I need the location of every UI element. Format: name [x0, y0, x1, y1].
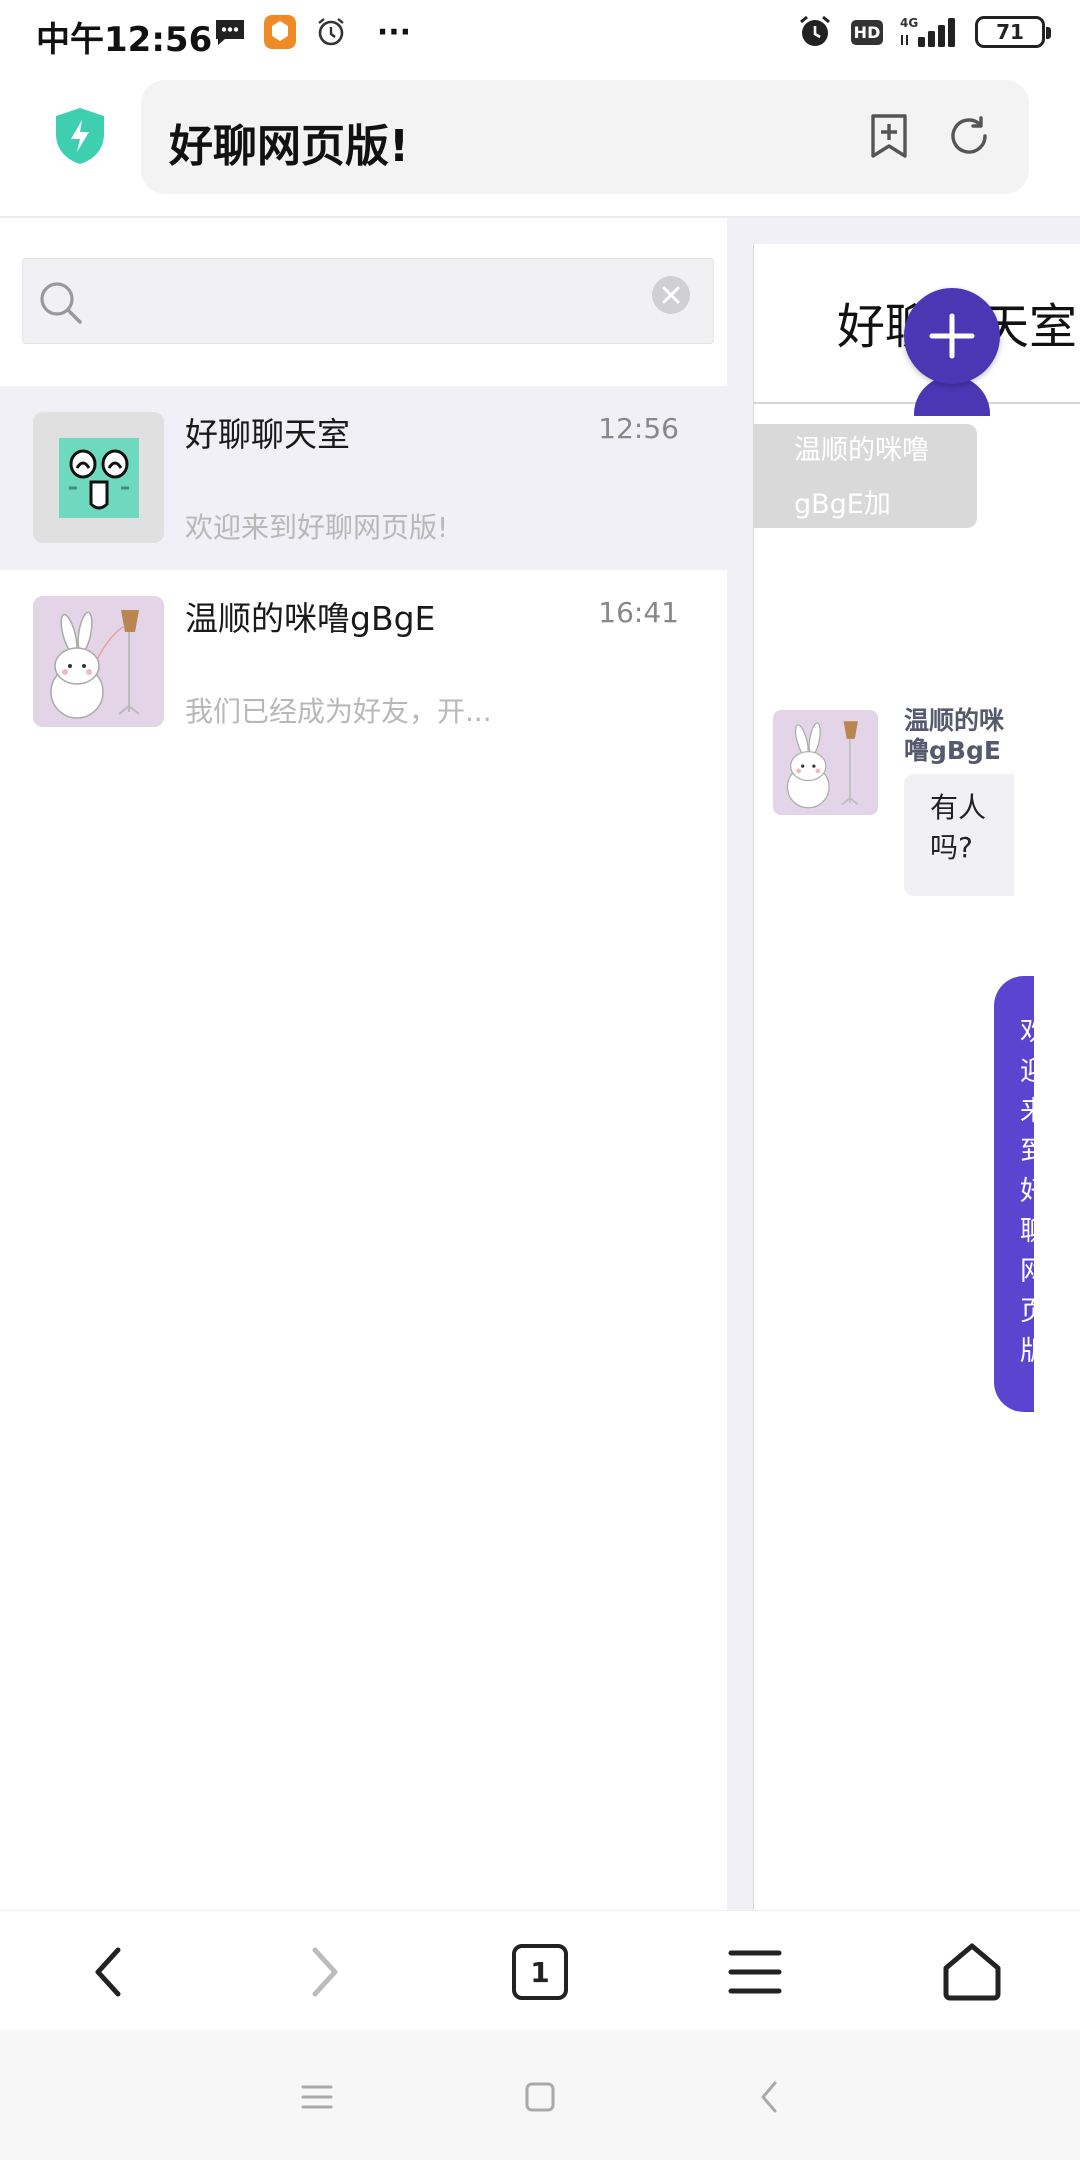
svg-text:4G: 4G — [900, 16, 918, 30]
app-notification-icon — [262, 14, 298, 50]
conversation-preview: 欢迎来到好聊网页版! — [185, 511, 449, 544]
message-sender-name: 温顺的咪噜gBgE — [904, 706, 1005, 765]
conversation-name: 好聊聊天室 — [185, 415, 350, 454]
square-icon — [525, 2082, 555, 2112]
more-notifications-icon: ··· — [376, 14, 412, 50]
clear-search-icon[interactable] — [651, 275, 691, 315]
conversation-time: 16:41 — [598, 596, 679, 629]
conversation-time: 12:56 — [598, 412, 679, 445]
forward-button[interactable] — [290, 1937, 360, 2007]
sender-avatar[interactable] — [773, 710, 878, 815]
menu-button[interactable] — [720, 1937, 790, 2007]
plus-icon — [929, 313, 975, 359]
tab-count: 1 — [512, 1944, 568, 2000]
chat-pane: 好聊聊天室 温顺的咪噜gBgE加 温顺的咪噜gBgE 有人吗? 欢迎来到好聊网页… — [727, 218, 1080, 1910]
chat-window: 好聊聊天室 温顺的咪噜gBgE加 温顺的咪噜gBgE 有人吗? 欢迎来到好聊网页… — [753, 244, 1080, 1910]
green-emoji-face-icon — [33, 412, 164, 543]
refresh-icon[interactable] — [943, 110, 995, 162]
alarm-icon — [313, 14, 349, 50]
browser-toolbar: 1 — [0, 1910, 1080, 2030]
home-button[interactable] — [937, 1937, 1007, 2007]
system-home-button[interactable] — [515, 2072, 565, 2122]
browser-address-bar: 好聊网页版! — [0, 70, 1080, 218]
add-button[interactable] — [904, 288, 1000, 384]
incoming-message-bubble: 有人吗? — [904, 774, 1014, 896]
battery-indicator: 71 — [975, 16, 1051, 48]
alarm-clock-icon — [796, 14, 834, 50]
bunny-avatar-icon — [773, 710, 878, 815]
shield-bolt-icon[interactable] — [52, 106, 108, 166]
tabs-button[interactable]: 1 — [505, 1937, 575, 2007]
status-bar: 中午12:56 ··· HD 4G 71 — [0, 0, 1080, 70]
conversation-item-friend[interactable]: 温顺的咪噜gBgE 16:41 我们已经成为好友，开... — [0, 570, 727, 754]
message-notification-icon — [212, 14, 248, 50]
conversation-preview: 我们已经成为好友，开... — [185, 695, 492, 728]
chevron-left-icon — [95, 1947, 121, 1997]
search-input[interactable] — [22, 258, 714, 344]
system-back-button[interactable] — [744, 2072, 794, 2122]
bunny-avatar-icon — [33, 596, 164, 727]
conversation-list-pane: 好聊聊天室 12:56 欢迎来到好聊网页版! 温顺的咪噜gBgE 16:41 我… — [0, 218, 727, 1910]
hd-icon: HD — [850, 14, 884, 50]
page-title: 好聊网页版! — [169, 121, 410, 172]
chevron-right-icon — [312, 1947, 338, 1997]
system-navigation-bar — [0, 2030, 1080, 2160]
back-button[interactable] — [73, 1937, 143, 2007]
home-icon — [943, 1943, 1001, 2001]
outgoing-message-text: 欢迎来到好聊网页版 — [1020, 1012, 1044, 1372]
recent-apps-button[interactable] — [292, 2072, 342, 2122]
add-bookmark-icon[interactable] — [863, 110, 915, 162]
search-icon — [37, 279, 85, 327]
menu-lines-icon — [301, 2085, 333, 2109]
conversation-name: 温顺的咪噜gBgE — [185, 599, 436, 638]
signal-4g-icon: 4G — [898, 14, 964, 50]
system-notice: 温顺的咪噜gBgE加 — [754, 424, 977, 528]
conversation-item-chatroom[interactable]: 好聊聊天室 12:56 欢迎来到好聊网页版! — [0, 386, 727, 570]
url-field[interactable]: 好聊网页版! — [141, 80, 1029, 194]
back-arrow-icon — [761, 2081, 777, 2113]
hamburger-menu-icon — [728, 1950, 782, 1994]
status-time: 中午12:56 — [36, 20, 213, 60]
outgoing-message-bubble: 欢迎来到好聊网页版 — [994, 976, 1044, 1412]
